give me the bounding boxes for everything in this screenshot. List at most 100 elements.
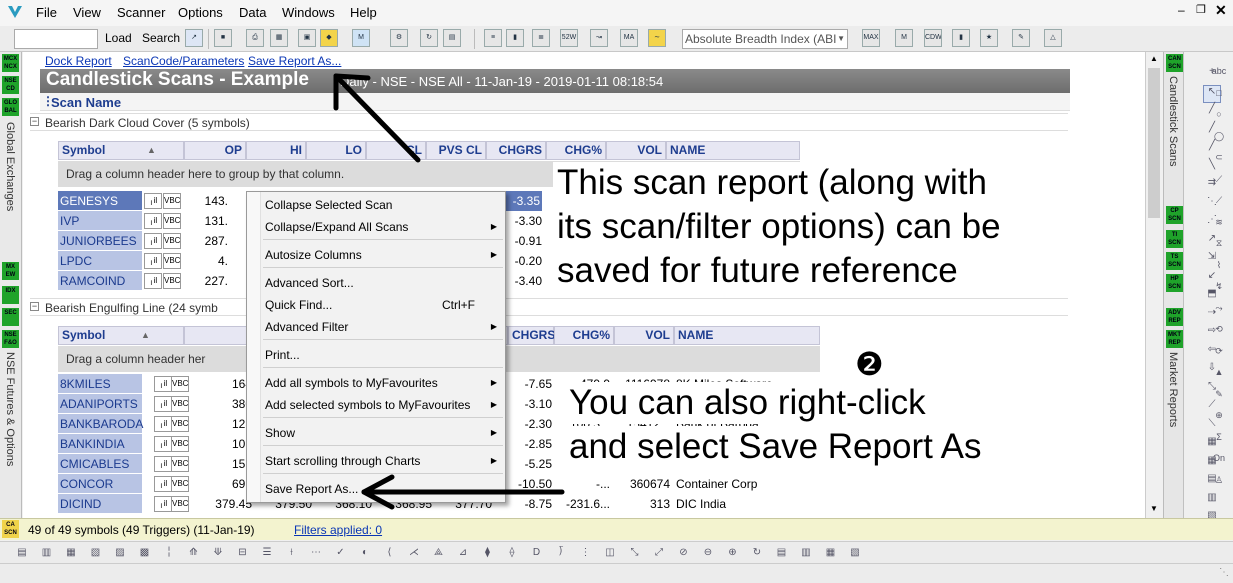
bottom-tool-icon[interactable]: ☰: [259, 545, 275, 561]
shape-tool-icon[interactable]: ♙: [1210, 475, 1228, 493]
bottom-tool-icon[interactable]: ⊕: [725, 545, 741, 561]
context-menu-item[interactable]: Add selected symbols to MyFavourites ▶: [265, 395, 501, 415]
symbol-cell[interactable]: DICIND: [58, 494, 142, 514]
bottom-tool-icon[interactable]: ⟰: [186, 545, 202, 561]
context-menu-item[interactable]: Save Report As...: [265, 479, 501, 499]
chart-icon[interactable]: ╷il: [154, 416, 172, 432]
menu-windows[interactable]: Windows: [282, 5, 335, 20]
vbc-icon[interactable]: VBC: [171, 436, 189, 452]
menu-help[interactable]: Help: [350, 5, 377, 20]
scroll-down-icon[interactable]: ▼: [1150, 504, 1158, 513]
vbc-icon[interactable]: VBC: [171, 376, 189, 392]
chart-icon[interactable]: ╷il: [144, 213, 162, 229]
col-chgrs[interactable]: CHGRS: [486, 141, 546, 160]
context-menu-item[interactable]: Collapse/Expand All Scans ▶: [265, 217, 501, 237]
hp-scan-button[interactable]: HP SCN: [1166, 274, 1183, 292]
vbc-icon[interactable]: VBC: [171, 396, 189, 412]
col-lo[interactable]: LO: [306, 141, 366, 160]
shape-tool-icon[interactable]: ◯: [1210, 131, 1228, 149]
col-name[interactable]: NAME: [666, 141, 800, 160]
bottom-tool-icon[interactable]: ⊟: [235, 545, 251, 561]
vbc-icon[interactable]: VBC: [171, 476, 189, 492]
col-hi[interactable]: HI: [246, 141, 306, 160]
chart-icon[interactable]: ╷il: [154, 396, 172, 412]
bottom-tool-icon[interactable]: ⤢: [651, 545, 667, 561]
draw-icon[interactable]: ✎: [1012, 29, 1030, 47]
chart-icon[interactable]: ╷il: [154, 496, 172, 512]
col-symbol[interactable]: Symbol ▲: [58, 326, 184, 345]
resize-grip-icon[interactable]: ⋱: [1219, 567, 1229, 578]
bottom-tool-icon[interactable]: ▧: [88, 545, 104, 561]
bottom-tool-icon[interactable]: ⤡: [627, 545, 643, 561]
col-name[interactable]: NAME: [674, 326, 820, 345]
shape-tool-icon[interactable]: ≋: [1210, 217, 1228, 235]
cdw-tam-icon[interactable]: CDW TAM: [924, 29, 942, 47]
chart-icon[interactable]: ╷il: [144, 233, 162, 249]
bottom-tool-icon[interactable]: ⊖: [700, 545, 716, 561]
adv-rep-button[interactable]: ADV REP: [1166, 308, 1183, 326]
context-menu-item[interactable]: Advanced Filter ▶: [265, 317, 501, 337]
shape-tool-icon[interactable]: abc: [1210, 66, 1228, 84]
save-report-as-link[interactable]: Save Report As...: [248, 54, 341, 68]
link-icon[interactable]: ⚙: [390, 29, 408, 47]
chart-icon[interactable]: ╷il: [154, 456, 172, 472]
search-button[interactable]: Search: [142, 31, 180, 45]
vbc-icon[interactable]: VBC: [163, 213, 181, 229]
scroll-thumb[interactable]: [1148, 68, 1160, 218]
max-fib-icon[interactable]: MAX FIB: [862, 29, 880, 47]
market-reports-label[interactable]: Market Reports: [1167, 352, 1179, 472]
shape-tool-icon[interactable]: On: [1210, 453, 1228, 471]
shape-tool-icon[interactable]: ⟋: [1210, 174, 1228, 192]
breadth-index-select[interactable]: Absolute Breadth Index (ABI ▼: [682, 29, 848, 49]
bottom-tool-icon[interactable]: ▤: [14, 545, 30, 561]
scan-group-2[interactable]: − Bearish Engulfing Line (24 symb: [30, 298, 1068, 316]
col-cl[interactable]: CL: [366, 141, 426, 160]
bottom-tool-icon[interactable]: ╎: [161, 545, 177, 561]
nse-futures-options-label[interactable]: NSE Futures & Options: [4, 352, 16, 512]
mkt-rep-button[interactable]: MKT REP: [1166, 330, 1183, 348]
filters-applied-link[interactable]: Filters applied: 0: [294, 523, 382, 537]
bottom-tool-icon[interactable]: ▨: [112, 545, 128, 561]
vbc-icon[interactable]: VBC: [163, 253, 181, 269]
vbc-icon[interactable]: VBC: [171, 416, 189, 432]
vbc-icon[interactable]: VBC: [163, 193, 181, 209]
shape-tool-icon[interactable]: ⟲: [1210, 324, 1228, 342]
scan-name-header[interactable]: ⋮ Scan Name: [40, 93, 1070, 111]
col-vol[interactable]: VOL: [614, 326, 674, 345]
symbol-cell[interactable]: IVP: [58, 211, 142, 231]
symbol-cell[interactable]: BANKINDIA: [58, 434, 142, 454]
col-pvs-cl[interactable]: PVS CL: [426, 141, 486, 160]
mcx-ncx-button[interactable]: MCX NCX: [2, 54, 19, 72]
menu-options[interactable]: Options: [178, 5, 223, 20]
col-symbol[interactable]: Symbol ▲: [58, 141, 184, 160]
chart-icon[interactable]: ╷il: [154, 436, 172, 452]
bottom-tool-icon[interactable]: ↻: [749, 545, 765, 561]
load-button[interactable]: Load: [105, 31, 132, 45]
shape-tool-icon[interactable]: ▲: [1210, 367, 1228, 385]
symbol-cell[interactable]: BANKBARODA: [58, 414, 143, 434]
close-icon[interactable]: ✕: [1215, 2, 1227, 19]
list-icon[interactable]: ≡: [484, 29, 502, 47]
bottom-tool-icon[interactable]: D: [529, 545, 545, 561]
bottom-tool-icon[interactable]: ▥: [39, 545, 55, 561]
vertical-scrollbar[interactable]: ▲ ▼: [1145, 52, 1162, 518]
bottom-tool-icon[interactable]: ⟌: [553, 545, 569, 561]
trend-icon[interactable]: ↝: [590, 29, 608, 47]
restore-icon[interactable]: ❐: [1196, 3, 1206, 16]
shape-tool-icon[interactable]: ✎: [1210, 389, 1228, 407]
print-icon[interactable]: ⎙: [246, 29, 264, 47]
shape-tool-icon[interactable]: ⧖: [1210, 238, 1228, 256]
m-pvt-icon[interactable]: M PVT: [895, 29, 913, 47]
chart-window-icon[interactable]: ▦: [270, 29, 288, 47]
col-chgrs[interactable]: CHGRS: [508, 326, 555, 345]
refresh-icon[interactable]: ↻: [420, 29, 438, 47]
mx-ew-button[interactable]: MX EW: [2, 262, 19, 280]
global-button[interactable]: GLO BAL: [2, 98, 19, 116]
vbc-icon[interactable]: VBC: [171, 496, 189, 512]
context-menu-item[interactable]: Collapse Selected Scan: [265, 195, 501, 215]
symbol-cell[interactable]: ADANIPORTS: [58, 394, 142, 414]
scroll-up-icon[interactable]: ▲: [1150, 54, 1158, 63]
bottom-tool-icon[interactable]: ▩: [137, 545, 153, 561]
menu-file[interactable]: File: [36, 5, 57, 20]
context-menu-item[interactable]: Advanced Sort...: [265, 273, 501, 293]
